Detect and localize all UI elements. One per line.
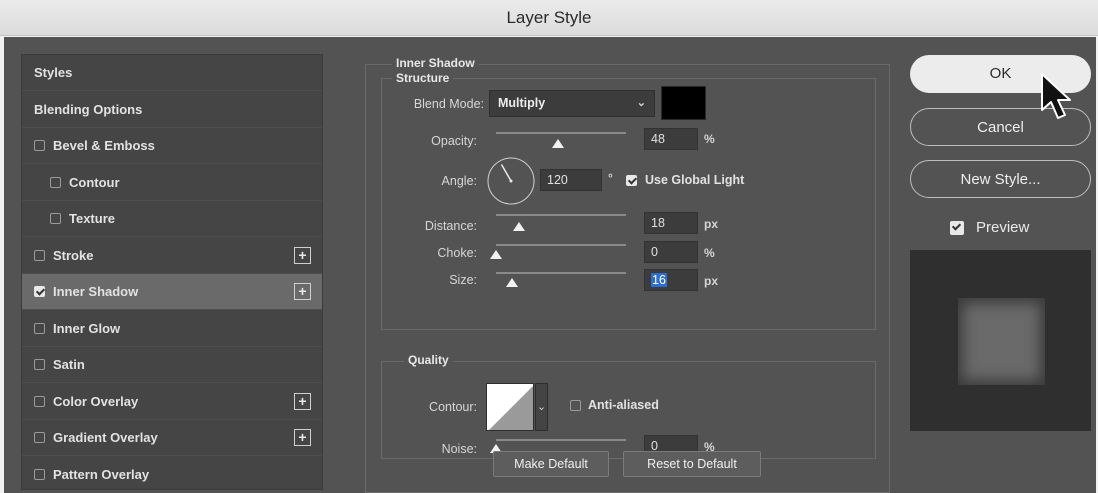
sidebar-item-label: Bevel & Emboss bbox=[53, 138, 155, 153]
sidebar-item-checkbox[interactable] bbox=[34, 432, 45, 443]
sidebar-item-label: Gradient Overlay bbox=[53, 430, 158, 445]
add-effect-icon[interactable]: + bbox=[294, 429, 311, 446]
new-style-button[interactable]: New Style... bbox=[910, 160, 1091, 198]
window-title: Layer Style bbox=[506, 7, 592, 27]
contour-picker[interactable] bbox=[486, 383, 534, 431]
sidebar-item-color-overlay[interactable]: Color Overlay + bbox=[22, 384, 322, 420]
choke-slider-track[interactable] bbox=[496, 244, 626, 246]
noise-label: Noise: bbox=[441, 442, 477, 456]
contour-preview-icon bbox=[489, 386, 533, 430]
sidebar-item-checkbox[interactable] bbox=[34, 249, 45, 261]
distance-label: Distance: bbox=[424, 219, 477, 233]
opacity-label: Opacity: bbox=[431, 134, 477, 148]
sidebar-item-stroke[interactable]: Stroke + bbox=[22, 238, 322, 274]
distance-input[interactable]: 18 bbox=[644, 212, 698, 234]
sidebar-item-label: Styles bbox=[34, 65, 73, 80]
sidebar-item-checkbox[interactable] bbox=[50, 213, 61, 224]
angle-dial[interactable] bbox=[486, 156, 536, 206]
add-effect-icon[interactable]: + bbox=[294, 246, 311, 264]
blend-mode-select[interactable]: Multiply ⌄ bbox=[489, 90, 655, 117]
opacity-slider-thumb[interactable] bbox=[552, 139, 565, 148]
sidebar-item-label: Stroke bbox=[53, 247, 94, 263]
sidebar-item-contour[interactable]: Contour bbox=[22, 165, 322, 201]
preview-thumbnail bbox=[910, 250, 1091, 431]
sidebar-item-label: Inner Shadow bbox=[53, 284, 139, 299]
layer-style-dialog: Styles Blending Options Bevel & Emboss Cont… bbox=[4, 37, 1096, 493]
blend-mode-label: Blend Mode: bbox=[413, 97, 484, 111]
quality-legend: Quality bbox=[404, 353, 453, 367]
add-effect-icon[interactable]: + bbox=[294, 283, 311, 300]
sidebar-item-texture[interactable]: Texture bbox=[22, 201, 322, 237]
panel-title: Inner Shadow bbox=[392, 56, 479, 70]
mouse-pointer-icon bbox=[1041, 73, 1071, 119]
opacity-unit: % bbox=[704, 132, 715, 146]
sidebar-item-checkbox[interactable] bbox=[34, 468, 45, 480]
preview-swatch bbox=[958, 298, 1045, 385]
sidebar-item-gradient-overlay[interactable]: Gradient Overlay + bbox=[22, 420, 322, 456]
choke-unit: % bbox=[704, 246, 715, 260]
chevron-down-icon: ⌄ bbox=[636, 97, 646, 109]
size-label: Size: bbox=[449, 273, 477, 287]
noise-slider-track[interactable] bbox=[496, 439, 626, 441]
sidebar-item-blending-options[interactable]: Blending Options bbox=[22, 92, 322, 128]
sidebar-item-label: Satin bbox=[53, 357, 85, 372]
sidebar-item-label: Contour bbox=[69, 174, 120, 190]
preview-label: Preview bbox=[976, 219, 1030, 236]
add-effect-icon[interactable]: + bbox=[294, 392, 311, 410]
sidebar-item-satin[interactable]: Satin bbox=[22, 347, 322, 383]
sidebar-item-label: Color Overlay bbox=[53, 393, 139, 409]
sidebar-item-label: Inner Glow bbox=[53, 320, 121, 336]
sidebar-item-inner-glow[interactable]: Inner Glow bbox=[22, 311, 322, 347]
anti-aliased-label: Anti-aliased bbox=[588, 398, 659, 412]
size-slider-track[interactable] bbox=[496, 272, 626, 274]
size-unit: px bbox=[704, 274, 719, 288]
preview-toggle[interactable]: Preview bbox=[950, 219, 1029, 236]
sidebar-item-inner-shadow[interactable]: Inner Shadow + bbox=[22, 274, 322, 310]
blend-mode-value: Multiply bbox=[498, 96, 546, 110]
sidebar-item-label: Pattern Overlay bbox=[53, 466, 150, 482]
structure-legend: Structure bbox=[392, 71, 454, 85]
sidebar-item-pattern-overlay[interactable]: Pattern Overlay bbox=[22, 457, 322, 490]
sidebar-item-checkbox[interactable] bbox=[34, 140, 45, 151]
size-input-value: 16 bbox=[651, 273, 667, 287]
angle-label: Angle: bbox=[441, 174, 477, 188]
anti-aliased-checkbox[interactable] bbox=[570, 400, 581, 411]
contour-dropdown-button[interactable]: ⌄ bbox=[535, 383, 548, 431]
distance-slider-track[interactable] bbox=[496, 214, 626, 216]
distance-unit: px bbox=[704, 217, 719, 231]
use-global-light-label: Use Global Light bbox=[645, 173, 745, 187]
sidebar-item-bevel-emboss[interactable]: Bevel & Emboss bbox=[22, 128, 322, 164]
sidebar-item-checkbox[interactable] bbox=[34, 322, 45, 334]
sidebar-item-checkbox[interactable] bbox=[34, 395, 45, 407]
structure-group: Structure Blend Mode: Multiply ⌄ Opacity… bbox=[381, 71, 876, 330]
choke-slider-thumb[interactable] bbox=[490, 250, 502, 259]
opacity-slider-track[interactable] bbox=[496, 132, 626, 134]
styles-list: Styles Blending Options Bevel & Emboss Cont… bbox=[21, 54, 323, 490]
choke-label: Choke: bbox=[437, 246, 477, 260]
title-bar: Layer Style bbox=[0, 0, 1098, 36]
chevron-down-icon: ⌄ bbox=[536, 401, 547, 413]
size-slider-thumb[interactable] bbox=[505, 278, 518, 287]
inner-shadow-panel: Inner Shadow Structure Blend Mode: Multi… bbox=[365, 56, 890, 493]
distance-slider-thumb[interactable] bbox=[513, 222, 526, 231]
contour-label: Contour: bbox=[429, 400, 477, 414]
angle-input[interactable]: 120 bbox=[540, 169, 602, 191]
sidebar-item-label: Blending Options bbox=[34, 101, 143, 117]
use-global-light-checkbox[interactable] bbox=[626, 175, 637, 186]
size-input[interactable]: 16 bbox=[644, 269, 698, 291]
reset-to-default-button[interactable]: Reset to Default bbox=[623, 451, 761, 477]
quality-group: Quality Contour: ⌄ Anti-aliased Noise: 0… bbox=[381, 353, 876, 459]
sidebar-item-styles[interactable]: Styles bbox=[22, 55, 322, 91]
preview-checkbox[interactable] bbox=[950, 220, 964, 235]
blend-color-swatch[interactable] bbox=[661, 86, 706, 120]
sidebar-item-checkbox[interactable] bbox=[50, 176, 61, 188]
choke-input[interactable]: 0 bbox=[644, 241, 698, 263]
sidebar-item-checkbox[interactable] bbox=[34, 359, 45, 370]
make-default-button[interactable]: Make Default bbox=[493, 451, 609, 477]
sidebar-item-checkbox[interactable] bbox=[34, 286, 45, 297]
angle-unit: ° bbox=[608, 171, 613, 185]
opacity-input[interactable]: 48 bbox=[644, 128, 698, 150]
sidebar-item-label: Texture bbox=[69, 211, 115, 226]
